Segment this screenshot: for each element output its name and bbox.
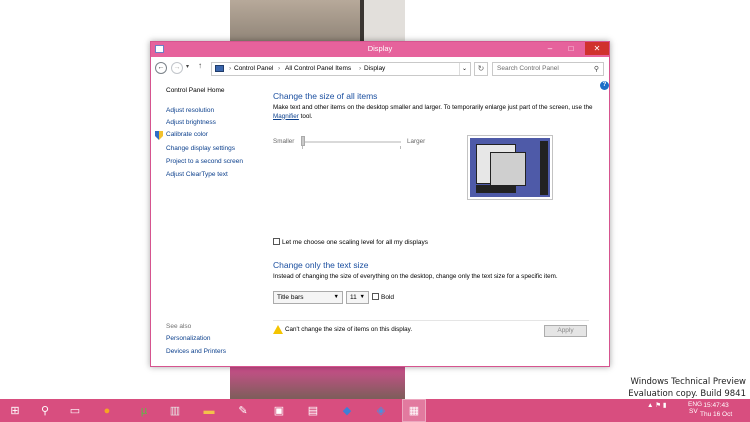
firefox-icon[interactable]: ●: [96, 400, 118, 421]
display-preview: [467, 135, 553, 200]
text-size-heading: Change only the text size: [273, 260, 369, 270]
sidebar-adjust-brightness[interactable]: Adjust brightness: [166, 119, 216, 126]
chevron-down-icon: ▼: [333, 294, 339, 300]
breadcrumb-separator: ›: [229, 65, 232, 72]
breadcrumb-all-items[interactable]: All Control Panel Items: [285, 65, 351, 72]
warning-text: Can't change the size of items on this d…: [285, 326, 413, 333]
item-select-value: Title bars: [277, 294, 304, 301]
item-select[interactable]: Title bars ▼: [273, 291, 343, 304]
breadcrumb-separator: ›: [359, 65, 362, 72]
search-input[interactable]: Search Control Panel ⚲: [492, 62, 604, 76]
sidebar-home-link[interactable]: Control Panel Home: [166, 87, 225, 94]
apply-button[interactable]: Apply: [544, 325, 587, 337]
sidebar-project-second-screen[interactable]: Project to a second screen: [166, 158, 243, 165]
sidebar-adjust-cleartype[interactable]: Adjust ClearType text: [166, 171, 228, 178]
search-icon[interactable]: ⚲: [594, 65, 599, 73]
breadcrumb-control-panel[interactable]: Control Panel: [234, 65, 273, 72]
control-panel-taskbar-icon[interactable]: ▦: [402, 399, 426, 422]
breadcrumb[interactable]: › Control Panel › All Control Panel Item…: [211, 62, 471, 76]
preview-window: [490, 152, 526, 186]
refresh-button[interactable]: ↻: [474, 62, 488, 76]
preview-sidebar: [540, 141, 548, 195]
minimize-button[interactable]: –: [540, 42, 560, 55]
movie-maker-icon[interactable]: ▤: [302, 400, 324, 421]
chevron-down-icon[interactable]: ⌄: [459, 63, 469, 75]
watermark-line: Windows Technical Preview: [630, 377, 746, 387]
slider-tick: [302, 146, 303, 149]
maximize-button[interactable]: □: [561, 42, 581, 55]
back-button[interactable]: ←: [155, 62, 167, 74]
see-also-label: See also: [166, 323, 192, 330]
see-also-personalization[interactable]: Personalization: [166, 335, 210, 342]
start-button[interactable]: ⊞: [4, 400, 26, 421]
breadcrumb-display[interactable]: Display: [364, 65, 385, 72]
up-button[interactable]: ↑: [198, 61, 202, 70]
chevron-down-icon: ▼: [359, 294, 365, 300]
scaling-checkbox-row[interactable]: Let me choose one scaling level for all …: [273, 238, 428, 246]
recycle-bin-icon[interactable]: ▥: [164, 400, 186, 421]
magnifier-link[interactable]: Magnifier: [273, 113, 299, 120]
size-slider[interactable]: [301, 141, 401, 143]
sidebar-change-display-settings[interactable]: Change display settings: [166, 145, 235, 152]
clock[interactable]: 15:47:43 Thu 16 Oct: [700, 401, 732, 419]
slider-min-label: Smaller: [273, 138, 295, 145]
forward-button[interactable]: →: [171, 62, 183, 74]
description-text: tool.: [298, 112, 313, 120]
scaling-checkbox[interactable]: [273, 238, 280, 245]
scaling-checkbox-label: Let me choose one scaling level for all …: [282, 239, 428, 246]
action-center-icon[interactable]: ▲ ⚑ ▮: [647, 402, 666, 409]
close-button[interactable]: ✕: [585, 42, 609, 55]
tray-icons[interactable]: ▲ ⚑ ▮: [647, 401, 666, 409]
time-text: 15:47:43: [703, 402, 729, 409]
preview-desktop: [470, 138, 550, 197]
size-description: Make text and other items on the desktop…: [273, 104, 593, 121]
breadcrumb-separator: ›: [278, 65, 281, 72]
sidebar-calibrate-color[interactable]: Calibrate color: [166, 131, 208, 138]
bold-checkbox[interactable]: [372, 293, 379, 300]
slider-max-label: Larger: [407, 138, 426, 145]
i4-icon[interactable]: ◆: [336, 400, 358, 421]
font-size-select[interactable]: 11 ▼: [346, 291, 369, 304]
bold-label: Bold: [381, 294, 395, 301]
search-placeholder: Search Control Panel: [497, 65, 559, 72]
people-icon[interactable]: ◈: [370, 400, 392, 421]
text-size-description: Instead of changing the size of everythi…: [273, 273, 558, 280]
recent-pages-icon[interactable]: ▾: [186, 63, 189, 70]
slider-tick: [400, 146, 401, 149]
preview-taskbar: [476, 185, 516, 193]
display-window: Display – □ ✕ ← → ▾ ↑ › Control Panel › …: [150, 41, 610, 367]
address-bar: ← → ▾ ↑ › Control Panel › All Control Pa…: [151, 59, 609, 78]
help-icon[interactable]: ?: [600, 81, 609, 90]
paint-icon[interactable]: ✎: [232, 400, 254, 421]
file-explorer-icon[interactable]: ▬: [198, 400, 220, 421]
warning-icon: [273, 325, 283, 334]
size-slider-thumb[interactable]: [301, 136, 305, 146]
description-text: Make text and other items on the desktop…: [273, 104, 593, 111]
bold-checkbox-row[interactable]: Bold: [372, 293, 394, 301]
media-icon[interactable]: ▣: [268, 400, 290, 421]
date-text: Thu 16 Oct: [700, 411, 733, 418]
control-panel-icon: [215, 65, 224, 72]
evaluation-watermark: Windows Technical Preview Evaluation cop…: [628, 376, 746, 400]
shield-icon: [155, 131, 163, 140]
sidebar-adjust-resolution[interactable]: Adjust resolution: [166, 107, 214, 114]
task-view-icon[interactable]: ▭: [64, 400, 86, 421]
utorrent-icon[interactable]: µ: [133, 400, 155, 421]
search-icon[interactable]: ⚲: [34, 400, 56, 421]
title-bar[interactable]: Display – □ ✕: [151, 42, 609, 57]
size-heading: Change the size of all items: [273, 91, 378, 101]
see-also-devices-printers[interactable]: Devices and Printers: [166, 348, 226, 355]
divider: [273, 320, 589, 321]
font-size-value: 11: [350, 294, 357, 301]
